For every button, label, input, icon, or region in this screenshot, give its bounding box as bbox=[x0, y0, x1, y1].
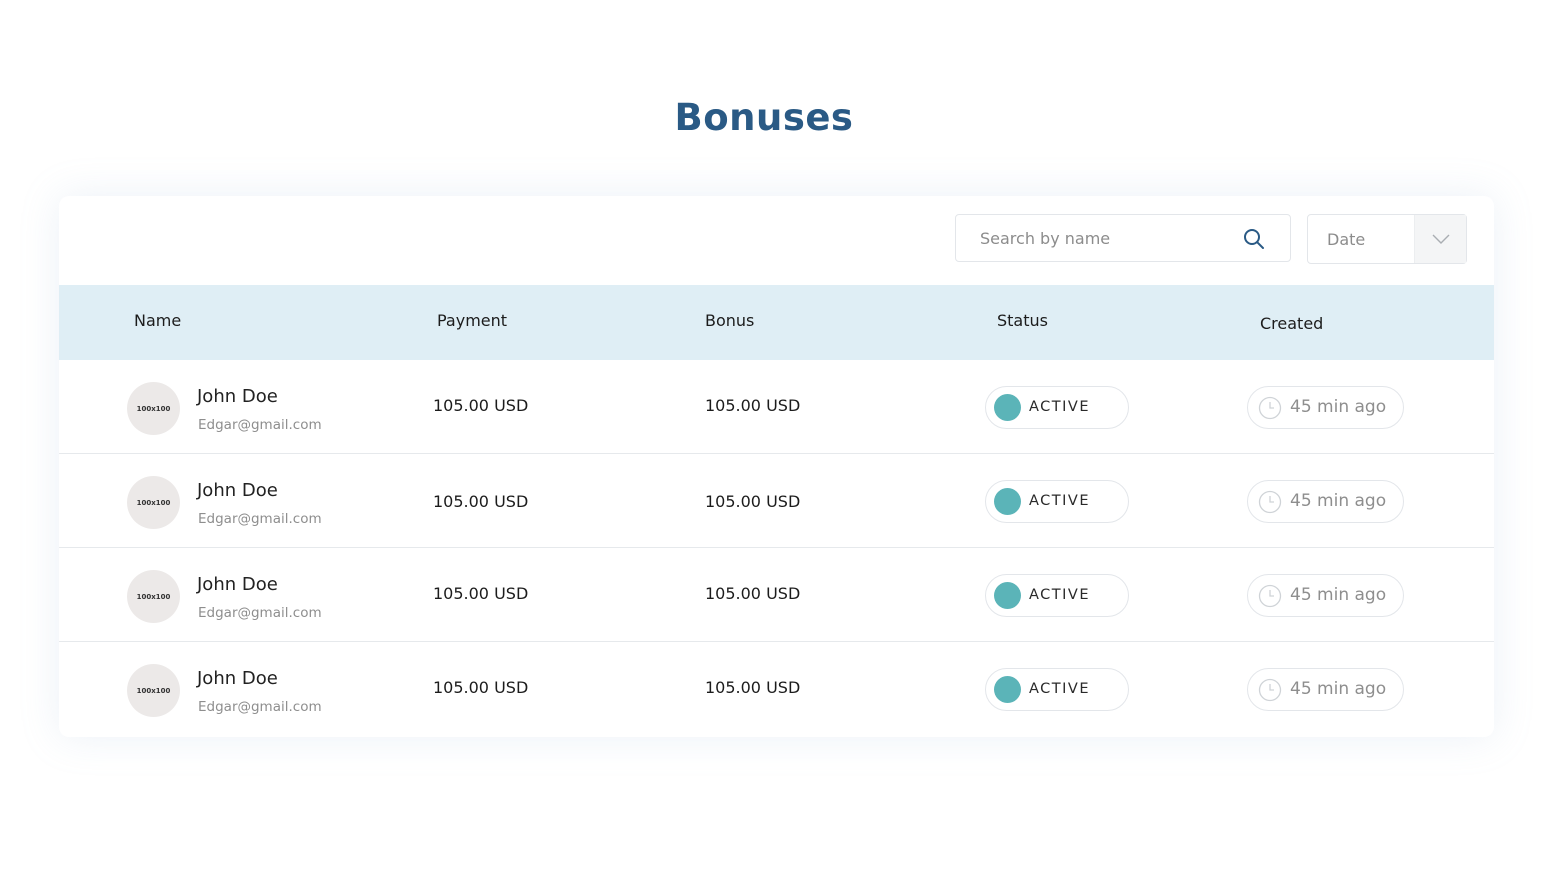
status-badge: ACTIVE bbox=[985, 386, 1129, 429]
chevron-down-icon bbox=[1432, 234, 1449, 244]
bonus-amount: 105.00 USD bbox=[705, 492, 801, 511]
user-email: Edgar@gmail.com bbox=[198, 511, 322, 527]
search-icon[interactable] bbox=[1242, 227, 1266, 251]
created-badge: 45 min ago bbox=[1247, 480, 1404, 523]
avatar: 100x100 bbox=[127, 664, 180, 717]
payment-amount: 105.00 USD bbox=[433, 492, 529, 511]
avatar: 100x100 bbox=[127, 382, 180, 435]
created-time: 45 min ago bbox=[1290, 397, 1387, 417]
user-email: Edgar@gmail.com bbox=[198, 699, 322, 715]
user-name: John Doe bbox=[197, 386, 278, 407]
status-badge: ACTIVE bbox=[985, 574, 1129, 617]
bonuses-card: Date Name Payment Bonus Status Created 1… bbox=[59, 196, 1494, 737]
status-dot-icon bbox=[994, 582, 1021, 609]
table-body: 100x100 John Doe Edgar@gmail.com 105.00 … bbox=[59, 360, 1494, 736]
toolbar: Date bbox=[59, 196, 1494, 285]
table-row[interactable]: 100x100 John Doe Edgar@gmail.com 105.00 … bbox=[59, 360, 1494, 454]
user-email: Edgar@gmail.com bbox=[198, 605, 322, 621]
table-header: Name Payment Bonus Status Created bbox=[59, 285, 1494, 360]
status-label: ACTIVE bbox=[1029, 493, 1091, 509]
column-header-name[interactable]: Name bbox=[134, 285, 181, 357]
status-dot-icon bbox=[994, 394, 1021, 421]
user-email: Edgar@gmail.com bbox=[198, 417, 322, 433]
bonus-amount: 105.00 USD bbox=[705, 396, 801, 415]
payment-amount: 105.00 USD bbox=[433, 396, 529, 415]
created-badge: 45 min ago bbox=[1247, 668, 1404, 711]
user-name: John Doe bbox=[197, 574, 278, 595]
table-row[interactable]: 100x100 John Doe Edgar@gmail.com 105.00 … bbox=[59, 642, 1494, 736]
status-dot-icon bbox=[994, 488, 1021, 515]
status-label: ACTIVE bbox=[1029, 587, 1091, 603]
date-select-toggle[interactable] bbox=[1414, 215, 1466, 263]
page-title: Bonuses bbox=[674, 96, 854, 139]
status-dot-icon bbox=[994, 676, 1021, 703]
search-box[interactable] bbox=[955, 214, 1291, 262]
created-time: 45 min ago bbox=[1290, 679, 1387, 699]
table-row[interactable]: 100x100 John Doe Edgar@gmail.com 105.00 … bbox=[59, 454, 1494, 548]
clock-icon bbox=[1258, 584, 1282, 608]
status-badge: ACTIVE bbox=[985, 480, 1129, 523]
clock-icon bbox=[1258, 396, 1282, 420]
clock-icon bbox=[1258, 678, 1282, 702]
created-badge: 45 min ago bbox=[1247, 574, 1404, 617]
table-row[interactable]: 100x100 John Doe Edgar@gmail.com 105.00 … bbox=[59, 548, 1494, 642]
clock-icon bbox=[1258, 490, 1282, 514]
date-select-label: Date bbox=[1327, 230, 1366, 249]
avatar: 100x100 bbox=[127, 476, 180, 529]
column-header-created[interactable]: Created bbox=[1260, 288, 1323, 360]
column-header-payment[interactable]: Payment bbox=[437, 285, 507, 357]
created-time: 45 min ago bbox=[1290, 491, 1387, 511]
created-badge: 45 min ago bbox=[1247, 386, 1404, 429]
date-select[interactable]: Date bbox=[1307, 214, 1467, 264]
bonus-amount: 105.00 USD bbox=[705, 678, 801, 697]
payment-amount: 105.00 USD bbox=[433, 584, 529, 603]
column-header-status[interactable]: Status bbox=[997, 285, 1048, 357]
status-badge: ACTIVE bbox=[985, 668, 1129, 711]
page: Bonuses Date Name Payment bbox=[0, 0, 1544, 874]
payment-amount: 105.00 USD bbox=[433, 678, 529, 697]
column-header-bonus[interactable]: Bonus bbox=[705, 285, 754, 357]
bonus-amount: 105.00 USD bbox=[705, 584, 801, 603]
user-name: John Doe bbox=[197, 480, 278, 501]
status-label: ACTIVE bbox=[1029, 681, 1091, 697]
status-label: ACTIVE bbox=[1029, 399, 1091, 415]
user-name: John Doe bbox=[197, 668, 278, 689]
created-time: 45 min ago bbox=[1290, 585, 1387, 605]
search-input[interactable] bbox=[980, 215, 1230, 261]
avatar: 100x100 bbox=[127, 570, 180, 623]
